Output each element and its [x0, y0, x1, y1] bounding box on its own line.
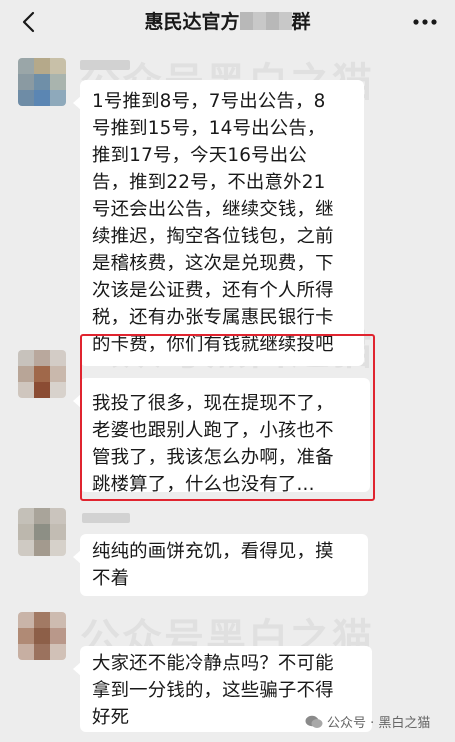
message-line: 告，推到22号，不出意外21: [92, 172, 326, 193]
redacted-title-block: [239, 12, 292, 30]
message-line: 老婆也跟别人跑了，小孩也不: [92, 420, 334, 441]
message-line: 续推迟，掏空各位钱包，之前: [92, 226, 334, 247]
sender-name: [80, 60, 130, 70]
message-line: 1号推到8号，7号出公告，8: [92, 91, 326, 112]
more-options-icon[interactable]: [410, 12, 440, 32]
footer-watermark-text: 公众号 · 黑白之猫: [327, 716, 431, 731]
message-line: 大家还不能冷静点吗？不可能: [92, 653, 334, 674]
avatar[interactable]: [18, 508, 66, 556]
avatar[interactable]: [18, 612, 66, 660]
message-line: 号推到15号，14号出公告，: [92, 118, 326, 139]
message-line: 我投了很多，现在提现不了，: [92, 393, 334, 414]
back-arrow-icon[interactable]: [16, 8, 44, 36]
wechat-icon: [305, 715, 323, 728]
sender-name: [82, 513, 130, 523]
avatar[interactable]: [18, 58, 66, 106]
message-line: 号还会出公告，继续交钱，继: [92, 199, 334, 220]
chat-title-prefix: 惠民达官方: [144, 11, 240, 33]
message-line: 是稽核费，这次是兑现费，下: [92, 253, 334, 274]
message-line: 次该是公证费，还有个人所得: [92, 280, 334, 301]
message-bubble[interactable]: 纯纯的画饼充饥，看得见，摸 不着: [73, 534, 368, 596]
avatar[interactable]: [18, 350, 66, 398]
message-line: 的卡费，你们有钱就继续投吧: [92, 334, 334, 355]
message-line: 拿到一分钱的，这些骗子不得: [92, 680, 334, 701]
chat-title: 惠民达官方 群: [90, 8, 365, 36]
footer-watermark: 公众号 · 黑白之猫: [305, 712, 430, 736]
message-line: 税，还有办张专属惠民银行卡: [92, 307, 334, 328]
message-line: 推到17号，今天16号出公: [92, 145, 307, 166]
chat-title-suffix: 群: [291, 11, 311, 33]
message-line: 管我了，我该怎么办啊，准备: [92, 447, 334, 468]
message-line: 不着: [92, 568, 130, 589]
message-bubble[interactable]: 1号推到8号，7号出公告，8 号推到15号，14号出公告， 推到17号，今天16…: [73, 80, 364, 366]
chat-header: 惠民达官方 群: [0, 0, 455, 44]
message-line: 纯纯的画饼充饥，看得见，摸: [92, 541, 334, 562]
message-bubble[interactable]: 我投了很多，现在提现不了， 老婆也跟别人跑了，小孩也不 管我了，我该怎么办啊，准…: [73, 378, 370, 495]
message-line: 跳楼算了，什么也没有了...: [92, 474, 315, 495]
